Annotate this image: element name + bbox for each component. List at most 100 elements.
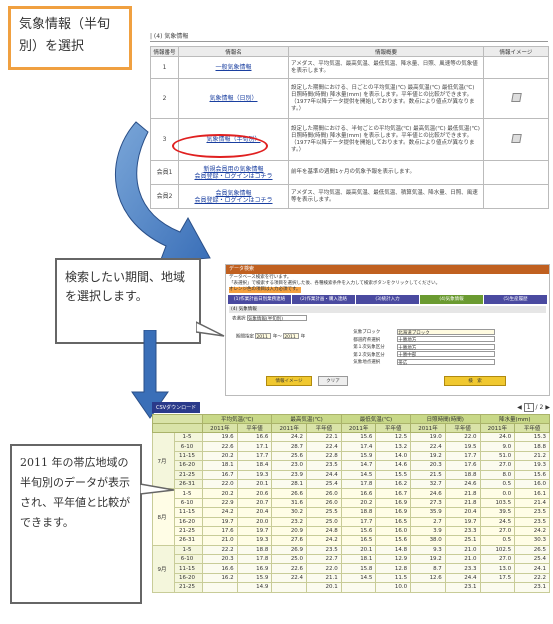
value-cell: 23.2	[271, 516, 308, 527]
value-cell: 23.0	[271, 460, 308, 471]
tab-weather-info[interactable]: (4)気象情報	[420, 295, 483, 304]
search-tabs: (1)作業計画日別業務連絡 (2)作業計画・購入連絡 (3)統計入力 (4)気象…	[228, 295, 547, 304]
page-select[interactable]: 1	[523, 402, 534, 412]
info-name-cell: 一般気象情報	[178, 56, 289, 79]
value-cell: 17.7	[444, 450, 481, 462]
tab-work-plan-daily[interactable]: (1)作業計画日別業務連絡	[228, 295, 291, 304]
info-no: 1	[150, 56, 179, 79]
block-select[interactable]: 北海道ブロック	[397, 328, 496, 336]
value-cell: 24.4	[444, 572, 481, 584]
value-cell: 25.0	[271, 554, 308, 565]
value-cell	[479, 582, 516, 593]
value-cell: 11.5	[375, 572, 412, 584]
results-sub-label: 2011年	[271, 423, 308, 433]
table-select[interactable]: 気象情報(半旬別)	[246, 315, 307, 322]
value-cell: 13.2	[375, 441, 412, 452]
value-cell: 16.6	[340, 488, 377, 499]
pager-next-icon[interactable]: ▶	[545, 404, 550, 411]
value-cell: 19.7	[236, 525, 273, 537]
area1-select[interactable]: 十勝地方	[397, 343, 496, 351]
value-cell: 27.3	[410, 497, 446, 509]
value-cell: 22.4	[306, 441, 342, 452]
value-cell: 25.4	[514, 554, 550, 565]
value-cell: 21.5	[410, 469, 446, 480]
value-cell	[340, 582, 377, 593]
period-cell: 21-25	[174, 525, 203, 537]
value-cell: 16.2	[202, 572, 238, 584]
info-image-button[interactable]: 情報イメージ	[266, 376, 312, 386]
value-cell: 19.3	[514, 460, 550, 471]
period-cell: 6-10	[174, 554, 203, 565]
tab-stats-input[interactable]: (3)統計入力	[356, 295, 419, 304]
results-row: 6-10 22.6 17.1 28.7 22.4 17.4 13.2 22.4 19.5 9.0 1…	[153, 441, 550, 452]
info-name-link[interactable]: 気象情報（日別）	[181, 95, 286, 102]
period-year2-select[interactable]: 2011	[283, 332, 300, 340]
value-cell: 22.6	[271, 563, 308, 574]
results-row: 11-15 20.2 17.7 25.6 22.8 15.9 14.0 19.2 17.7 51.…	[153, 450, 550, 462]
value-cell: 24.2	[271, 431, 308, 443]
value-cell: 18.8	[444, 469, 481, 480]
search-button[interactable]: 検 索	[444, 376, 506, 386]
table-select-row: 表選択 気象情報(半旬別)	[232, 315, 543, 323]
period-year-select[interactable]: 2011	[255, 332, 272, 340]
value-cell: 19.2	[410, 554, 446, 565]
value-cell: 19.7	[444, 516, 481, 527]
document-image-icon[interactable]	[510, 92, 522, 102]
value-cell: 17.6	[202, 525, 238, 537]
value-cell: 30.2	[271, 507, 308, 518]
results-row: 9月 1-5 22.2 18.8 26.9 23.5 20.1 14.8 9.3 21.0 102.…	[152, 544, 550, 593]
period-cell: 6-10	[174, 441, 203, 452]
info-list-header: 情報概要	[288, 46, 484, 57]
value-cell: 24.5	[479, 516, 516, 527]
results-panel: CSVダウンロード ◀ 1 / 2 ▶ 平均気温(℃) 最高気温(℃) 最低気温(℃…	[152, 400, 550, 624]
results-row: 26-31 21.0 19.3 27.6 24.2 16.5 15.6 38.0 25.1 0.5…	[153, 535, 550, 546]
info-list-header: 情報名	[178, 46, 289, 57]
value-cell: 20.4	[236, 507, 273, 518]
value-cell: 14.5	[340, 572, 377, 584]
value-cell: 24.6	[444, 478, 481, 490]
value-cell: 30.3	[514, 535, 550, 546]
value-cell: 20.3	[410, 460, 446, 471]
value-cell: 20.1	[306, 582, 342, 593]
value-cell: 19.7	[202, 516, 238, 527]
search-note-3: オレンジ色の項目は入力必須です。	[229, 287, 301, 293]
period-cell: 1-5	[174, 431, 203, 443]
value-cell: 26.0	[306, 488, 342, 499]
value-cell: 22.2	[514, 572, 550, 584]
value-cell: 14.6	[375, 460, 412, 471]
tab-production-history[interactable]: (5)生産履歴	[484, 295, 547, 304]
pager-prev-icon[interactable]: ◀	[517, 404, 522, 411]
info-name-cell: 気象情報（日別）	[178, 78, 289, 119]
period-cell: 11-15	[174, 507, 203, 518]
period-cell: 11-15	[174, 450, 203, 462]
results-row: 11-15 16.6 16.9 22.6 22.0 15.8 12.8 8.7 23.3 13.0…	[153, 563, 550, 574]
callout-pointer-icon	[196, 321, 225, 337]
area2-select[interactable]: 十勝中部	[397, 351, 496, 358]
results-row: 26-31 22.0 20.1 28.1 25.4 17.8 16.2 32.7 24.6 0.5…	[153, 478, 550, 490]
info-desc: アメダス、平均気温、最高気温、最低気温、積算気温、降水量、日照、風速等を表示しま…	[288, 184, 484, 209]
results-group-label: 日照時間(時間)	[410, 414, 481, 424]
value-cell: 2.7	[410, 516, 446, 527]
obs-select[interactable]: 帯広	[397, 358, 496, 366]
value-cell	[410, 582, 446, 593]
value-cell	[271, 582, 308, 593]
value-cell: 9.0	[479, 441, 516, 452]
value-cell: 22.4	[271, 572, 308, 584]
value-cell: 8.7	[410, 563, 446, 574]
value-cell: 18.8	[236, 544, 273, 556]
value-cell: 22.0	[444, 431, 481, 443]
value-cell: 16.7	[375, 488, 412, 499]
csv-download-button[interactable]: CSVダウンロード	[152, 401, 201, 413]
value-cell: 8.0	[479, 469, 516, 480]
value-cell: 14.7	[340, 460, 377, 471]
clear-button[interactable]: クリア	[318, 376, 348, 386]
results-sub-label: 2011年	[340, 423, 377, 433]
value-cell: 16.0	[514, 478, 550, 490]
pref-select[interactable]: 十勝地方	[397, 336, 496, 343]
info-name-link[interactable]: 一般気象情報	[181, 64, 286, 71]
value-cell: 19.3	[236, 535, 273, 546]
value-cell: 35.9	[410, 507, 446, 518]
value-cell: 32.7	[410, 478, 446, 490]
tab-work-plan-purchase[interactable]: (2)作業計画・購入連絡	[292, 295, 355, 304]
document-image-icon[interactable]	[510, 133, 522, 143]
